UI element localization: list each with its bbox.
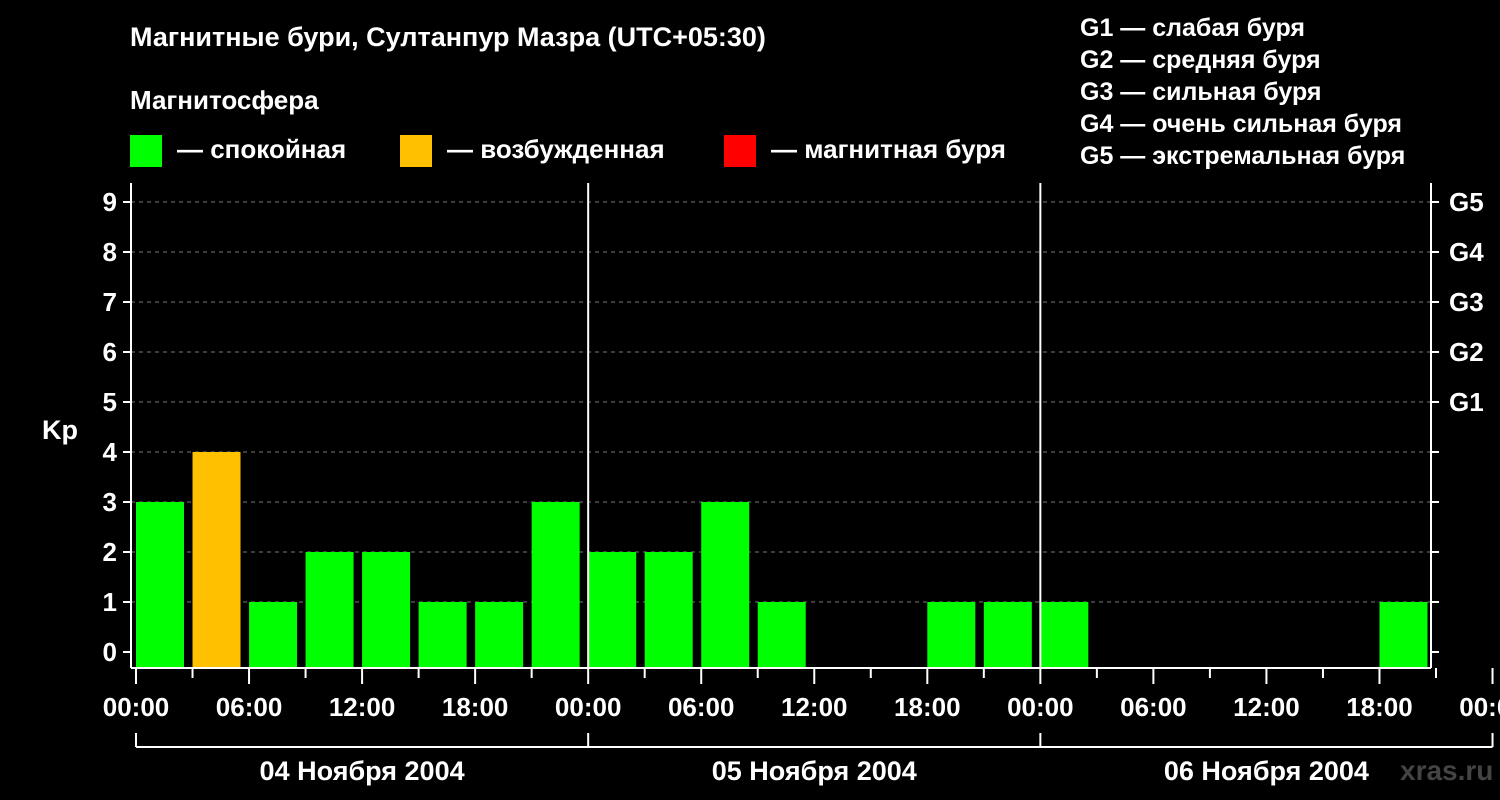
x-tick-label: 06:00 xyxy=(216,692,283,722)
x-tick-label: 12:00 xyxy=(329,692,396,722)
g-level-label: G3 xyxy=(1449,287,1484,317)
x-tick-label: 12:00 xyxy=(1233,692,1300,722)
x-tick-label: 18:00 xyxy=(894,692,961,722)
y-tick-label: 8 xyxy=(103,237,117,267)
g-level-label: G2 xyxy=(1449,337,1484,367)
kp-bar xyxy=(701,502,750,668)
x-tick-label: 06:00 xyxy=(668,692,735,722)
kp-bar xyxy=(927,602,976,668)
day-label: 06 Ноября 2004 xyxy=(1164,756,1369,786)
y-tick-label: 0 xyxy=(103,637,117,667)
y-tick-label: 4 xyxy=(103,437,118,467)
x-tick-label: 12:00 xyxy=(781,692,848,722)
x-tick-label: 18:00 xyxy=(442,692,509,722)
x-tick-label: 00:00 xyxy=(1007,692,1074,722)
x-tick-label: 00:00 xyxy=(1459,692,1500,722)
kp-bar xyxy=(475,602,524,668)
y-tick-label: 6 xyxy=(103,337,117,367)
y-tick-label: 2 xyxy=(103,537,117,567)
y-tick-label: 5 xyxy=(103,387,117,417)
g-level-label: G5 xyxy=(1449,187,1484,217)
kp-bar xyxy=(531,502,580,668)
x-tick-label: 00:00 xyxy=(555,692,622,722)
kp-bar xyxy=(136,502,184,668)
y-tick-label: 7 xyxy=(103,287,117,317)
g-level-label: G1 xyxy=(1449,387,1484,417)
day-label: 05 Ноября 2004 xyxy=(712,756,917,786)
kp-bar xyxy=(418,602,467,668)
watermark: xras.ru xyxy=(1400,755,1494,786)
kp-bar xyxy=(362,552,411,668)
kp-bar xyxy=(644,552,693,668)
kp-bar xyxy=(192,452,241,668)
kp-bar xyxy=(588,552,637,668)
kp-bar xyxy=(1379,602,1428,668)
g-level-label: G4 xyxy=(1449,237,1484,267)
y-tick-label: 1 xyxy=(103,587,117,617)
kp-bar xyxy=(1040,602,1089,668)
y-axis-label: Kp xyxy=(42,415,78,445)
kp-bar-chart: 0 1 2 3 4 5 6 7 8 9 G1 G2 G3 G4 G5 Kp 00:00 06:00 12:00 18:… xyxy=(42,183,1500,786)
day-label: 04 Ноября 2004 xyxy=(260,756,465,786)
kp-bar xyxy=(983,602,1032,668)
x-tick-label: 00:00 xyxy=(103,692,170,722)
x-tick-label: 18:00 xyxy=(1346,692,1413,722)
y-tick-label: 3 xyxy=(103,487,117,517)
kp-bar xyxy=(305,552,354,668)
x-tick-label: 06:00 xyxy=(1120,692,1187,722)
y-tick-label: 9 xyxy=(103,187,117,217)
kp-bar xyxy=(249,602,298,668)
kp-bar xyxy=(757,602,806,668)
